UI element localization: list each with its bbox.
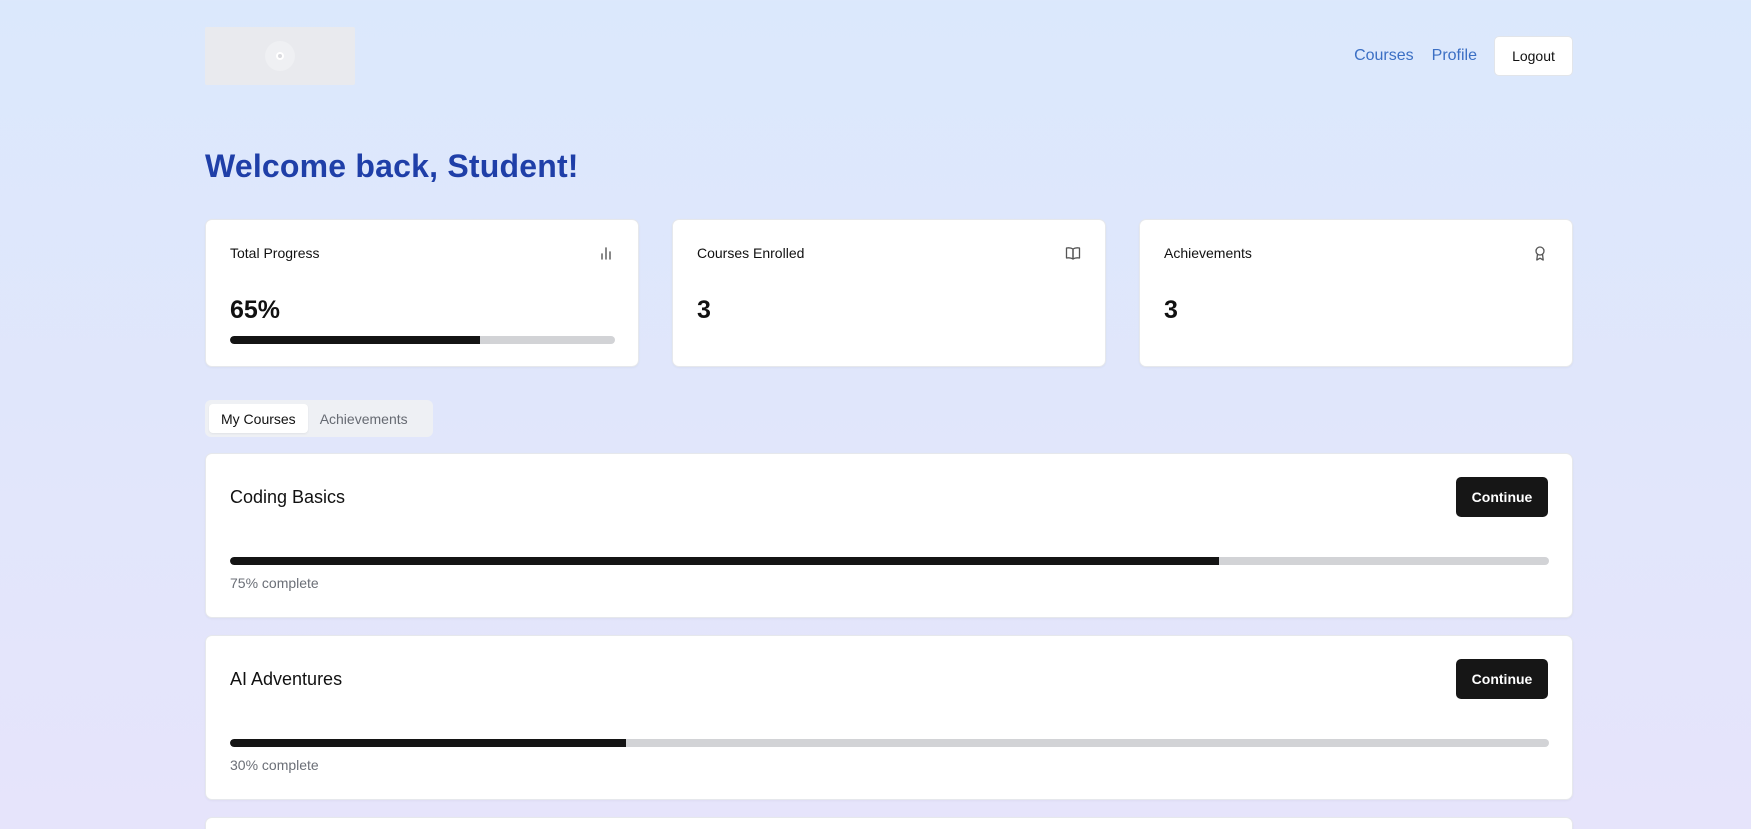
page-title: Welcome back, Student! xyxy=(205,148,579,184)
stat-value: 65% xyxy=(230,296,281,324)
stat-label: Total Progress xyxy=(230,245,320,261)
nav-link-profile[interactable]: Profile xyxy=(1432,47,1477,65)
progress-bar xyxy=(230,557,1549,565)
header: Courses Profile Logout xyxy=(205,0,1573,112)
progress-bar-fill xyxy=(230,336,481,344)
progress-bar xyxy=(230,739,1549,747)
progress-bar-fill xyxy=(230,739,626,747)
continue-button[interactable]: Continue xyxy=(1456,659,1548,699)
nav-link-courses[interactable]: Courses xyxy=(1354,47,1414,65)
stat-card-total-progress: Total Progress 65% xyxy=(205,219,639,367)
dashboard: Courses Profile Logout Welcome back, Stu… xyxy=(205,0,1573,829)
book-open-icon xyxy=(1065,245,1081,261)
stat-label: Courses Enrolled xyxy=(697,245,805,261)
award-icon xyxy=(1532,245,1548,261)
logout-button[interactable]: Logout xyxy=(1494,36,1573,76)
course-card-partial xyxy=(205,817,1573,829)
course-title: Coding Basics xyxy=(230,487,346,507)
stat-value: 3 xyxy=(697,296,711,324)
course-card-ai-adventures: AI Adventures Continue 30% complete xyxy=(205,635,1573,800)
progress-caption: 30% complete xyxy=(230,757,319,773)
progress-bar-fill xyxy=(230,557,1220,565)
progress-bar xyxy=(230,336,615,344)
tab-my-courses[interactable]: My Courses xyxy=(209,404,308,433)
tab-list: My Courses Achievements xyxy=(205,400,433,437)
continue-button[interactable]: Continue xyxy=(1456,477,1548,517)
top-nav: Courses Profile Logout xyxy=(1354,36,1573,76)
progress-caption: 75% complete xyxy=(230,575,319,591)
stat-card-courses-enrolled: Courses Enrolled 3 xyxy=(672,219,1106,367)
logo-icon xyxy=(265,41,295,71)
course-card-coding-basics: Coding Basics Continue 75% complete xyxy=(205,453,1573,618)
bar-chart-icon xyxy=(598,245,614,261)
course-title: AI Adventures xyxy=(230,669,343,689)
tab-achievements[interactable]: Achievements xyxy=(308,404,420,433)
stats-row: Total Progress 65% Courses Enrolled 3 Ac… xyxy=(205,219,1573,367)
stat-label: Achievements xyxy=(1164,245,1252,261)
stat-card-achievements: Achievements 3 xyxy=(1139,219,1573,367)
logo[interactable] xyxy=(205,27,355,85)
stat-value: 3 xyxy=(1164,296,1178,324)
